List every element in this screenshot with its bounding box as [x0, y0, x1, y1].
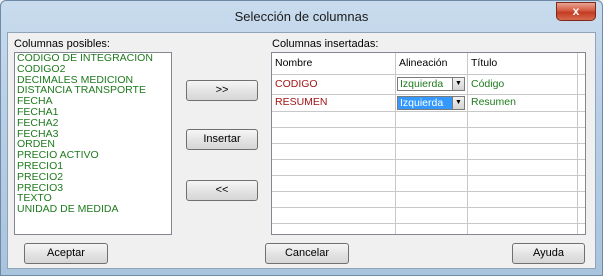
- add-all-label: >>: [215, 84, 229, 96]
- empty-cell: [396, 160, 468, 176]
- empty-cell: [468, 160, 578, 176]
- title-bar[interactable]: Selección de columnas x: [1, 1, 602, 32]
- row-1-name[interactable]: CODIGO: [272, 75, 396, 95]
- empty-cell: [468, 128, 578, 144]
- inserted-columns-label: Columnas insertadas:: [272, 38, 379, 50]
- row-1-filler: [578, 75, 585, 95]
- empty-cell: [468, 144, 578, 160]
- add-all-button[interactable]: >>: [186, 80, 258, 101]
- column-header-alignment[interactable]: Alineación: [396, 53, 468, 75]
- empty-cell: [396, 192, 468, 208]
- row-2-alignment-select[interactable]: Izquierda ▼: [397, 96, 465, 110]
- dropdown-arrow-icon[interactable]: ▼: [452, 78, 464, 90]
- accept-label: Aceptar: [47, 247, 85, 259]
- list-item[interactable]: UNIDAD DE MEDIDA: [15, 204, 171, 215]
- cancel-button[interactable]: Cancelar: [265, 243, 349, 264]
- list-item[interactable]: FECHA2: [15, 117, 171, 129]
- empty-cell: [272, 224, 396, 234]
- list-item[interactable]: CODIGO2: [15, 63, 171, 75]
- dropdown-arrow-icon[interactable]: ▼: [452, 97, 464, 109]
- remove-all-label: <<: [215, 184, 229, 196]
- row-1-alignment-select[interactable]: Izquierda ▼: [397, 77, 465, 91]
- accept-button[interactable]: Aceptar: [24, 243, 108, 264]
- empty-cell: [272, 192, 396, 208]
- dialog-title: Selección de columnas: [234, 9, 369, 24]
- insert-button[interactable]: Insertar: [186, 129, 258, 150]
- inserted-columns-grid[interactable]: Nombre Alineación Título CODIGO Izquierd…: [271, 52, 586, 235]
- empty-cell: [578, 128, 585, 144]
- empty-cell: [578, 224, 585, 234]
- empty-cell: [272, 208, 396, 224]
- empty-cell: [396, 144, 468, 160]
- list-item[interactable]: PRECIO2: [15, 171, 171, 183]
- empty-cell: [468, 112, 578, 128]
- empty-cell: [272, 176, 396, 192]
- empty-cell: [578, 144, 585, 160]
- empty-cell: [468, 176, 578, 192]
- empty-cell: [272, 128, 396, 144]
- available-columns-label: Columnas posibles:: [14, 38, 110, 50]
- row-2-filler: [578, 95, 585, 112]
- empty-cell: [272, 144, 396, 160]
- empty-cell: [272, 160, 396, 176]
- row-2-name[interactable]: RESUMEN: [272, 95, 396, 112]
- insert-label: Insertar: [203, 133, 241, 145]
- column-header-filler: [578, 53, 585, 75]
- row-2-alignment-cell: Izquierda ▼: [396, 95, 468, 112]
- row-2-title[interactable]: Resumen: [468, 95, 578, 112]
- help-button[interactable]: Ayuda: [512, 243, 585, 264]
- empty-cell: [396, 176, 468, 192]
- empty-cell: [578, 192, 585, 208]
- available-columns-list[interactable]: CODIGO DE INTEGRACION CODIGO2 DECIMALES ME…: [14, 52, 172, 235]
- close-icon: x: [572, 4, 580, 18]
- help-label: Ayuda: [533, 247, 564, 259]
- empty-cell: [578, 160, 585, 176]
- row-2-alignment-value: Izquierda: [400, 97, 444, 109]
- empty-cell: [468, 208, 578, 224]
- cancel-label: Cancelar: [284, 247, 330, 259]
- empty-cell: [578, 176, 585, 192]
- empty-cell: [578, 208, 585, 224]
- row-1-alignment-cell: Izquierda ▼: [396, 75, 468, 95]
- empty-cell: [396, 112, 468, 128]
- dialog-window: Selección de columnas x Columnas posible…: [0, 0, 603, 276]
- column-header-name[interactable]: Nombre: [272, 53, 396, 75]
- remove-all-button[interactable]: <<: [186, 180, 258, 201]
- empty-cell: [396, 128, 468, 144]
- empty-cell: [468, 224, 578, 234]
- row-1-title[interactable]: Código: [468, 75, 578, 95]
- empty-cell: [468, 192, 578, 208]
- empty-cell: [396, 224, 468, 234]
- empty-cell: [272, 112, 396, 128]
- empty-cell: [396, 208, 468, 224]
- close-button[interactable]: x: [556, 2, 596, 21]
- row-1-alignment-value: Izquierda: [400, 78, 444, 90]
- empty-cell: [578, 112, 585, 128]
- column-header-title[interactable]: Título: [468, 53, 578, 75]
